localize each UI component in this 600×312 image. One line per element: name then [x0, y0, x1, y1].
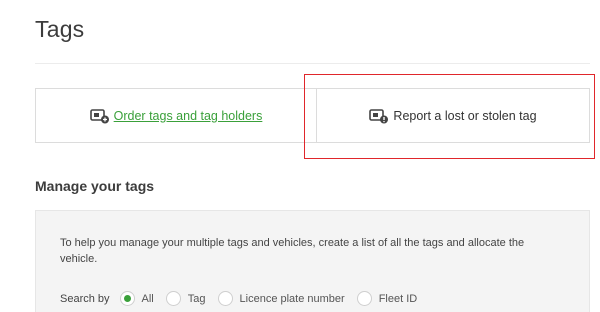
- radio-all[interactable]: All: [119, 291, 154, 306]
- tag-add-icon: [89, 108, 109, 123]
- radio-button[interactable]: [217, 291, 233, 306]
- radio-label: Licence plate number: [239, 292, 345, 305]
- radio-fleet-id[interactable]: Fleet ID: [356, 291, 418, 306]
- radio-licence-plate[interactable]: Licence plate number: [217, 291, 345, 306]
- search-by-row: Search by All Tag Licence plate number F…: [60, 291, 429, 306]
- page-title: Tags: [35, 16, 85, 42]
- manage-tags-panel: To help you manage your multiple tags an…: [35, 210, 590, 312]
- order-tags-action[interactable]: Order tags and tag holders: [36, 89, 317, 142]
- radio-button[interactable]: [356, 291, 372, 306]
- radio-tag[interactable]: Tag: [165, 291, 206, 306]
- section-title: Manage your tags: [35, 178, 155, 194]
- radio-button[interactable]: [119, 291, 135, 306]
- search-by-label: Search by: [60, 292, 110, 305]
- order-tags-link[interactable]: Order tags and tag holders: [114, 109, 263, 123]
- info-text: To help you manage your multiple tags an…: [60, 237, 525, 265]
- title-divider: [35, 63, 590, 64]
- radio-label: Fleet ID: [378, 292, 418, 305]
- radio-button[interactable]: [165, 291, 181, 306]
- highlight-box: [304, 74, 595, 159]
- radio-label: All: [141, 292, 154, 305]
- radio-label: Tag: [187, 292, 206, 305]
